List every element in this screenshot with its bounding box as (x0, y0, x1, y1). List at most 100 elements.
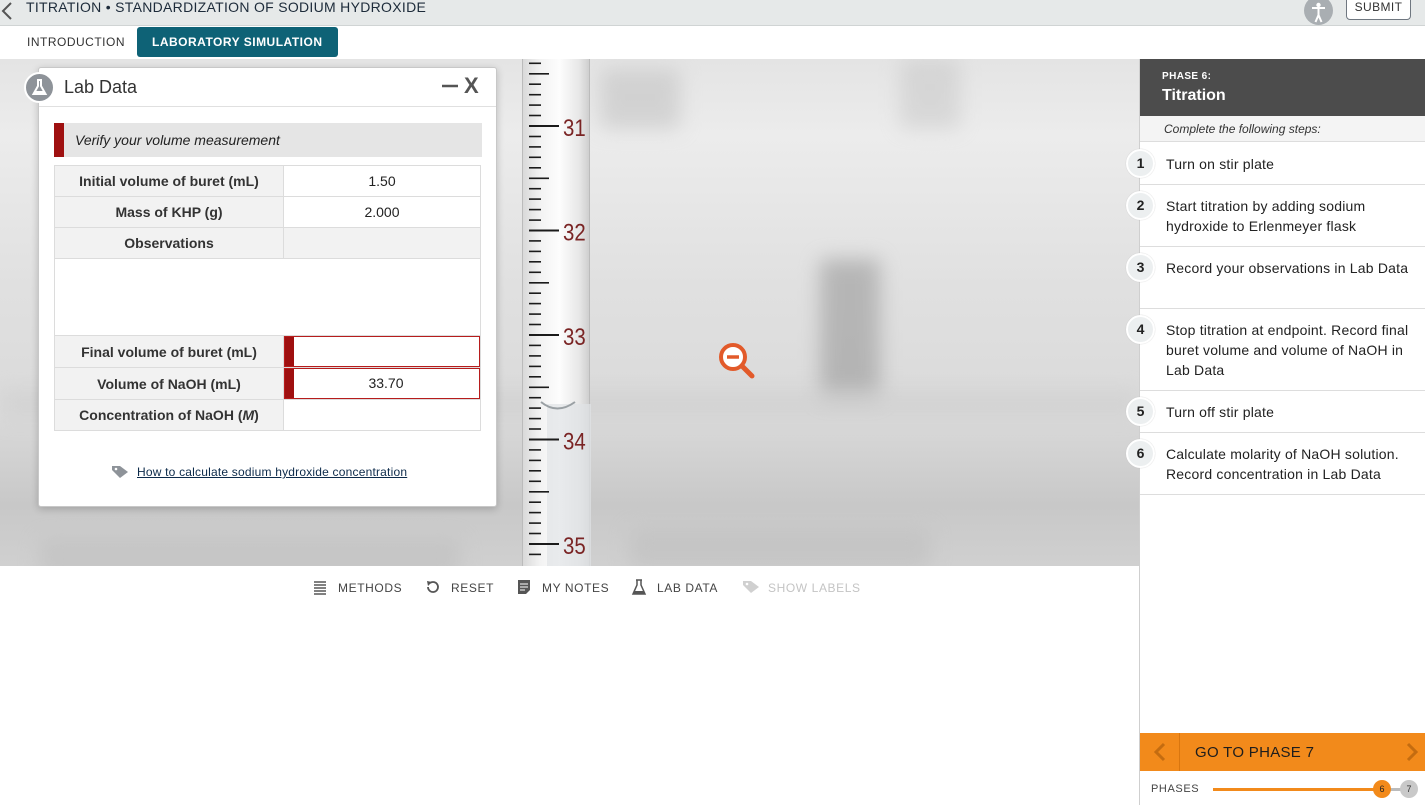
table-row (54, 258, 481, 336)
next-phase-label[interactable]: GO TO PHASE 7 (1195, 744, 1314, 761)
tag-icon (743, 581, 759, 593)
observations-header-value (283, 227, 481, 259)
step-number: 2 (1126, 191, 1155, 220)
go-to-next-phase-bar: GO TO PHASE 7 (1140, 733, 1425, 771)
table-row: Mass of KHP (g) 2.000 (54, 196, 481, 228)
concentration-label-suffix: ) (254, 407, 259, 423)
table-row: Volume of NaOH (mL) 33.70 (54, 367, 481, 400)
submit-button[interactable]: SUBMIT (1346, 0, 1411, 20)
final-volume-label: Final volume of buret (mL) (54, 335, 284, 368)
buret-scale-label: 32 (563, 219, 586, 246)
buret-scale-label: 35 (563, 532, 586, 559)
step-item: 2 Start titration by adding sodium hydro… (1126, 185, 1425, 247)
step-item: 6 Calculate molarity of NaOH solution. R… (1126, 433, 1425, 495)
help-link[interactable]: How to calculate sodium hydroxide concen… (137, 465, 407, 479)
phase-panel: PHASE 6: Titration Complete the followin… (1126, 59, 1425, 805)
reset-icon (427, 581, 439, 593)
final-volume-input[interactable] (284, 336, 480, 367)
list-icon (314, 581, 326, 595)
tag-icon (112, 466, 128, 478)
phases-label: PHASES (1151, 783, 1200, 795)
background-blur (600, 69, 680, 129)
observations-label: Observations (54, 227, 284, 259)
lab-data-panel: Lab Data X Verify your volume measuremen… (24, 67, 497, 507)
step-item: 4 Stop titration at endpoint. Record fin… (1126, 309, 1425, 391)
phase-header: PHASE 6: Titration (1140, 59, 1425, 116)
methods-label: METHODS (338, 581, 403, 595)
initial-volume-label: Initial volume of buret (mL) (54, 165, 284, 197)
zoom-out-icon[interactable] (716, 340, 756, 380)
buret: 31 32 33 34 35 (522, 59, 591, 566)
step-text: Start titration by adding sodium hydroxi… (1166, 198, 1366, 234)
step-text: Turn on stir plate (1166, 156, 1275, 172)
step-number: 3 (1126, 253, 1155, 282)
accessibility-button[interactable] (1304, 0, 1333, 25)
phase-dot-current[interactable]: 6 (1373, 780, 1391, 798)
step-item: 3 Record your observations in Lab Data (1126, 247, 1425, 309)
next-phase-button[interactable] (1398, 733, 1425, 771)
concentration-label-unit: M (242, 407, 255, 423)
chevron-left-icon (1153, 742, 1166, 762)
table-row: Observations (54, 227, 481, 259)
buret-scale: 31 32 33 34 35 (529, 62, 591, 566)
step-number: 1 (1126, 149, 1155, 178)
flask-icon (24, 72, 55, 103)
concentration-label-prefix: Concentration of NaOH ( (79, 407, 243, 423)
tab-bar: INTRODUCTION LABORATORY SIMULATION (0, 26, 1425, 59)
phase-dot-next[interactable]: 7 (1400, 780, 1418, 798)
panel-title: Lab Data (64, 77, 138, 97)
buret-scale-label: 34 (563, 428, 586, 455)
step-item: 1 Turn on stir plate (1126, 143, 1425, 185)
close-icon[interactable]: X (464, 73, 479, 99)
phase-title: Titration (1162, 87, 1226, 104)
volume-naoh-label: Volume of NaOH (mL) (54, 367, 284, 400)
buret-scale-label: 33 (563, 323, 586, 350)
step-text: Record your observations in Lab Data (1166, 260, 1409, 276)
concentration-label: Concentration of NaOH (M) (54, 399, 284, 431)
background-blur (40, 539, 460, 566)
background-blur (630, 529, 930, 566)
chevron-right-icon (1406, 742, 1419, 762)
initial-volume-value: 1.50 (283, 165, 481, 197)
lab-data-table: Initial volume of buret (mL) 1.50 Mass o… (54, 165, 481, 431)
lab-data-label: LAB DATA (657, 581, 719, 595)
back-chevron-icon[interactable] (0, 1, 14, 21)
mass-khp-label: Mass of KHP (g) (54, 196, 284, 228)
step-text: Calculate molarity of NaOH solution. Rec… (1166, 446, 1399, 482)
steps-intro: Complete the following steps: (1140, 116, 1425, 142)
page-title: TITRATION • STANDARDIZATION OF SODIUM HY… (26, 0, 427, 15)
step-number: 6 (1126, 439, 1155, 468)
tab-laboratory-simulation[interactable]: LABORATORY SIMULATION (137, 27, 338, 57)
show-labels-label: SHOW LABELS (768, 581, 861, 595)
phase-number: PHASE 6: (1162, 71, 1212, 82)
accessibility-icon (1312, 2, 1325, 23)
step-number: 4 (1126, 315, 1155, 344)
table-row: Concentration of NaOH (M) (54, 399, 481, 431)
tab-introduction[interactable]: INTRODUCTION (12, 27, 140, 57)
background-blur (820, 259, 880, 399)
phase-progress-track (1213, 788, 1383, 791)
verify-message: Verify your volume measurement (75, 132, 280, 148)
notes-icon (518, 580, 530, 594)
concentration-input[interactable] (283, 399, 481, 431)
observations-textarea[interactable] (54, 258, 481, 336)
step-item: 5 Turn off stir plate (1126, 391, 1425, 433)
flask-icon (631, 579, 647, 595)
previous-phase-button[interactable] (1140, 733, 1180, 771)
verify-alert: Verify your volume measurement (54, 123, 482, 157)
step-text: Stop titration at endpoint. Record final… (1166, 322, 1409, 378)
top-bar: TITRATION • STANDARDIZATION OF SODIUM HY… (0, 0, 1425, 26)
reset-label: RESET (451, 581, 495, 595)
mass-khp-value: 2.000 (283, 196, 481, 228)
table-row: Initial volume of buret (mL) 1.50 (54, 165, 481, 197)
panel-header[interactable]: Lab Data X (24, 68, 496, 107)
my-notes-label: MY NOTES (542, 581, 610, 595)
minimize-icon[interactable] (441, 74, 459, 98)
step-text: Turn off stir plate (1166, 404, 1275, 420)
buret-scale-label: 31 (563, 114, 586, 141)
toolbar: METHODS RESET MY NOTES LAB DATA SHOW LAB… (0, 566, 1139, 606)
step-number: 5 (1126, 397, 1155, 426)
volume-naoh-input[interactable]: 33.70 (284, 368, 480, 399)
background-blur (900, 59, 960, 129)
table-row: Final volume of buret (mL) (54, 335, 481, 368)
